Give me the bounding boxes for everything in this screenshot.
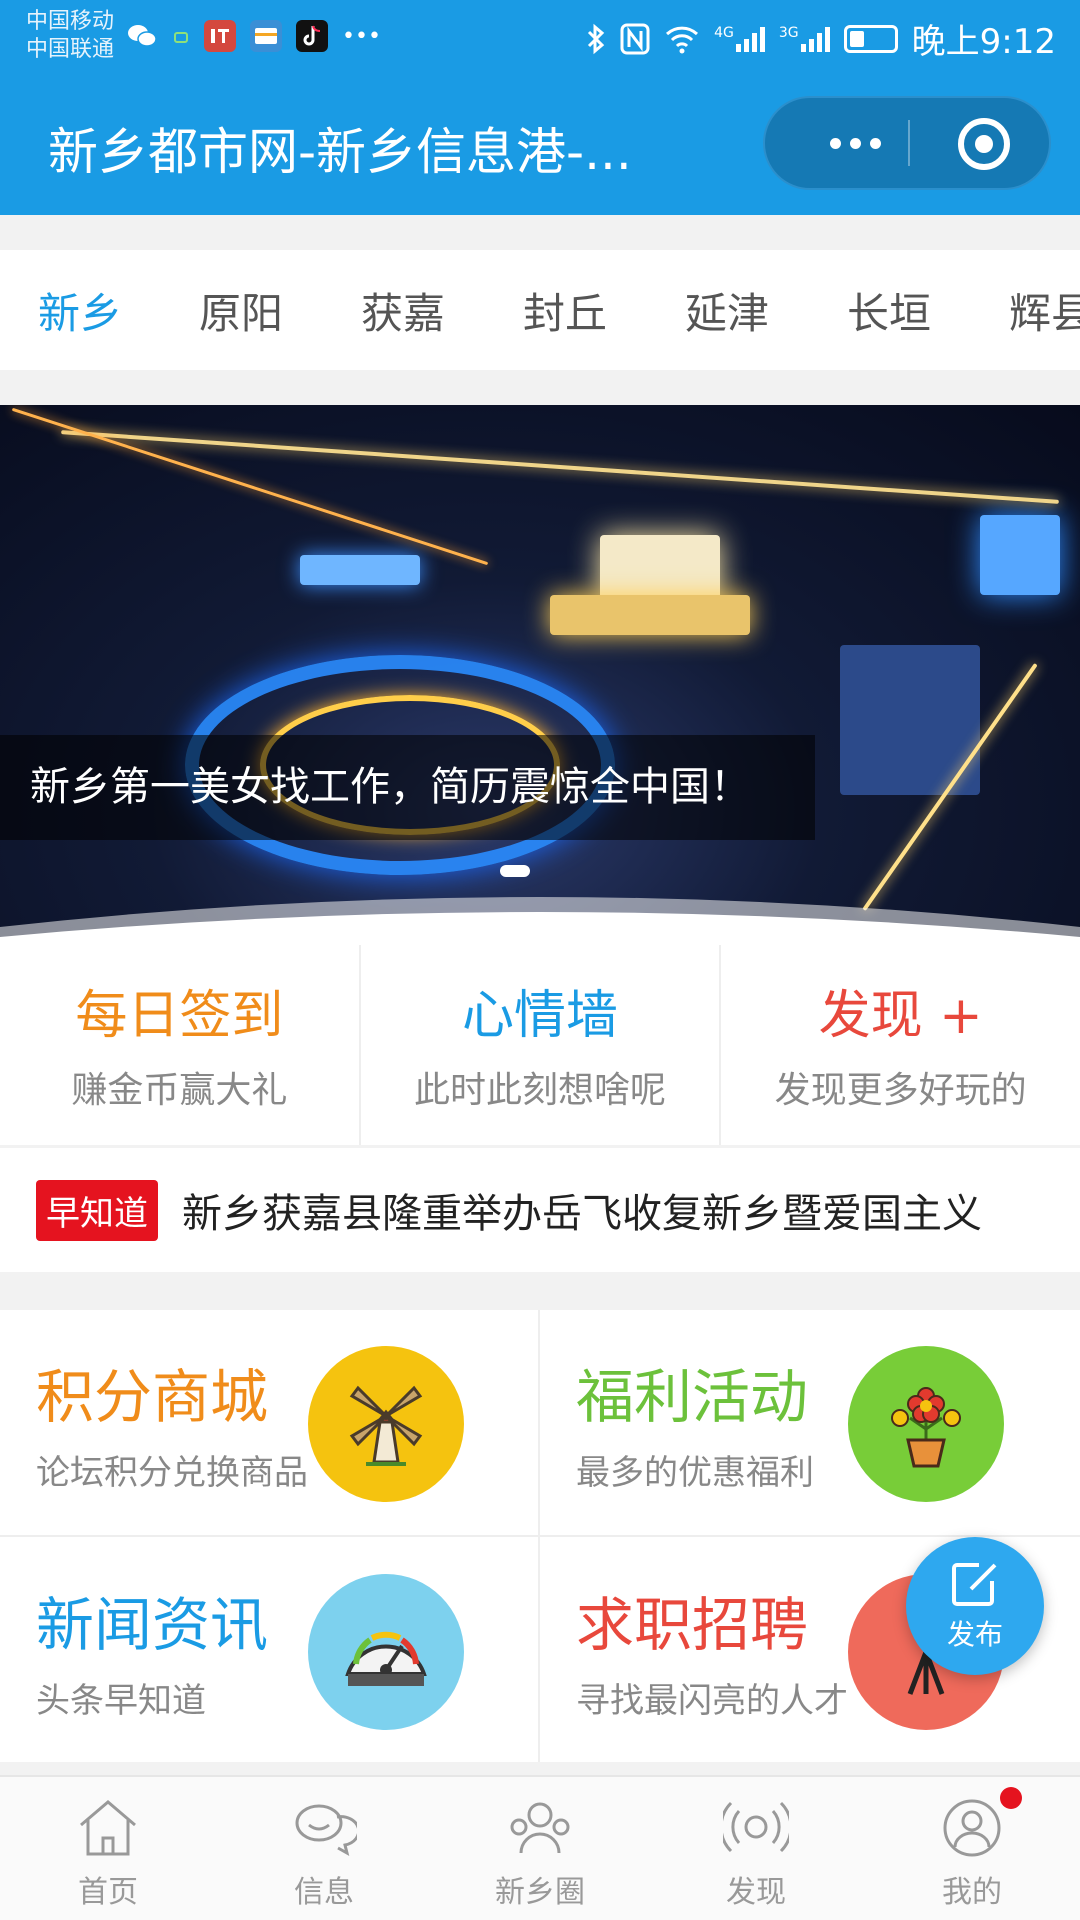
tiktok-icon [296, 20, 328, 52]
tab-fengqiu[interactable]: 封丘 [484, 280, 646, 341]
windmill-icon [308, 1346, 464, 1502]
signal-bars-icon [800, 26, 830, 52]
listen-icon [204, 20, 236, 52]
nav-home-label: 首页 [78, 1875, 138, 1910]
news-ticker[interactable]: 早知道 新乡获嘉县隆重举办岳飞收复新乡暨爱国主义 [0, 1148, 1080, 1272]
header: 中国移动 中国联通 ••• 4G 3G 晚上9:12 新乡都市网-新乡信息港-.… [0, 0, 1080, 215]
jobs-title: 求职招聘 [576, 1591, 809, 1659]
checkin-subtitle: 赚金币赢大礼 [71, 1070, 288, 1111]
points-mall-subtitle: 论坛积分兑换商品 [36, 1453, 308, 1493]
status-bar: 中国移动 中国联通 ••• 4G 3G 晚上9:12 [0, 0, 1080, 75]
capsule-divider [908, 120, 910, 166]
welfare-title: 福利活动 [576, 1363, 809, 1431]
points-mall-card[interactable]: 积分商城 论坛积分兑换商品 [0, 1310, 538, 1534]
nav-discover[interactable]: 发现 [648, 1777, 864, 1920]
grid-divider [0, 1535, 1080, 1537]
news-title: 新闻资讯 [36, 1591, 269, 1659]
nav-profile-label: 我的 [942, 1875, 1002, 1910]
nav-profile[interactable]: 我的 [864, 1777, 1080, 1920]
bluetooth-icon [588, 23, 605, 54]
publish-button[interactable]: 发布 [906, 1537, 1044, 1675]
news-subtitle: 头条早知道 [36, 1681, 206, 1721]
tab-yuanyang[interactable]: 原阳 [160, 280, 322, 341]
building-light [300, 555, 420, 585]
welfare-activities-card[interactable]: 福利活动 最多的优惠福利 [540, 1310, 1078, 1534]
banner-carousel[interactable]: 新乡第一美女找工作，简历震惊全中国！ [0, 405, 1080, 945]
discover-title: 发现 + [818, 986, 983, 1046]
publish-label: 发布 [946, 1618, 1003, 1651]
feature-grid: 积分商城 论坛积分兑换商品 福利活动 最多的优惠福利 新闻资讯 头条早知道 求职… [0, 1310, 1080, 1762]
battery-icon [843, 24, 898, 53]
banner-caption[interactable]: 新乡第一美女找工作，简历震惊全中国！ [0, 735, 815, 840]
banner-wave-decoration [0, 897, 1080, 945]
jobs-subtitle: 寻找最闪亮的人才 [576, 1681, 848, 1721]
nav-messages[interactable]: 信息 [216, 1777, 432, 1920]
notification-dot [1000, 1787, 1022, 1809]
bottom-nav: 首页 信息 新乡圈 发现 我的 [0, 1775, 1080, 1920]
notification-icons: ••• [126, 20, 381, 52]
tab-yanjin[interactable]: 延津 [646, 280, 808, 341]
area-tabs: 新乡 原阳 获嘉 封丘 延津 长垣 辉县 [0, 250, 1080, 370]
tab-xinxiang[interactable]: 新乡 [0, 280, 160, 341]
news-badge: 早知道 [36, 1179, 158, 1241]
carrier-2: 中国联通 [26, 37, 115, 62]
ticker-headline[interactable]: 新乡获嘉县隆重举办岳飞收复新乡暨爱国主义 [182, 1181, 982, 1239]
clock: 晚上9:12 [911, 22, 1056, 62]
card-icon [250, 20, 282, 52]
app-screen: 中国移动 中国联通 ••• 4G 3G 晚上9:12 新乡都市网-新乡信息港-.… [0, 0, 1080, 1920]
broadcast-icon [723, 1801, 789, 1853]
more-options-button[interactable] [805, 98, 905, 188]
gauge-icon [308, 1574, 464, 1730]
welfare-subtitle: 最多的优惠福利 [576, 1453, 814, 1493]
mood-wall-subtitle: 此时此刻想啥呢 [414, 1070, 667, 1111]
nav-messages-label: 信息 [294, 1875, 354, 1910]
mood-wall-title: 心情墙 [462, 986, 619, 1046]
nav-home[interactable]: 首页 [0, 1777, 216, 1920]
tab-huojia[interactable]: 获嘉 [322, 280, 484, 341]
system-status: 4G 3G 晚上9:12 [586, 14, 1056, 63]
more-icon: ••• [342, 23, 381, 49]
edit-icon [952, 1563, 997, 1606]
group-icon [510, 1802, 570, 1854]
chat-icon [295, 1804, 357, 1856]
road-light [11, 407, 489, 566]
flower-pot-icon [848, 1346, 1004, 1502]
road-light [61, 430, 1059, 504]
nav-circle-label: 新乡圈 [495, 1875, 585, 1910]
daily-checkin-button[interactable]: 每日签到 赚金币赢大礼 [0, 945, 361, 1145]
carrier-1: 中国移动 [26, 9, 115, 34]
tab-changyuan[interactable]: 长垣 [808, 280, 970, 341]
discover-subtitle: 发现更多好玩的 [774, 1070, 1027, 1111]
nav-discover-label: 发现 [726, 1875, 786, 1910]
building-light [980, 515, 1060, 595]
mood-wall-button[interactable]: 心情墙 此时此刻想啥呢 [361, 945, 722, 1145]
points-mall-title: 积分商城 [36, 1363, 269, 1431]
mini-program-capsule [763, 96, 1051, 190]
home-icon [80, 1800, 136, 1856]
wechat-icon [126, 20, 158, 52]
signal-1: 4G [714, 26, 765, 52]
small-bag-icon [172, 20, 190, 52]
carousel-indicator [500, 865, 530, 877]
close-program-button[interactable] [958, 118, 1010, 170]
profile-icon [943, 1799, 1001, 1857]
discover-plus-button[interactable]: 发现 + 发现更多好玩的 [721, 945, 1080, 1145]
building-light [550, 595, 750, 635]
news-info-card[interactable]: 新闻资讯 头条早知道 [0, 1538, 538, 1762]
tab-huixian[interactable]: 辉县 [970, 280, 1080, 341]
nfc-icon [620, 23, 650, 54]
quick-actions: 每日签到 赚金币赢大礼 心情墙 此时此刻想啥呢 发现 + 发现更多好玩的 [0, 945, 1080, 1145]
page-title: 新乡都市网-新乡信息港-... [48, 123, 632, 181]
nav-circle[interactable]: 新乡圈 [432, 1777, 648, 1920]
signal-2: 3G [779, 26, 830, 52]
checkin-title: 每日签到 [75, 986, 284, 1046]
signal-bars-icon [735, 26, 765, 52]
carrier-info: 中国移动 中国联通 [26, 8, 114, 64]
wifi-icon [666, 26, 699, 53]
